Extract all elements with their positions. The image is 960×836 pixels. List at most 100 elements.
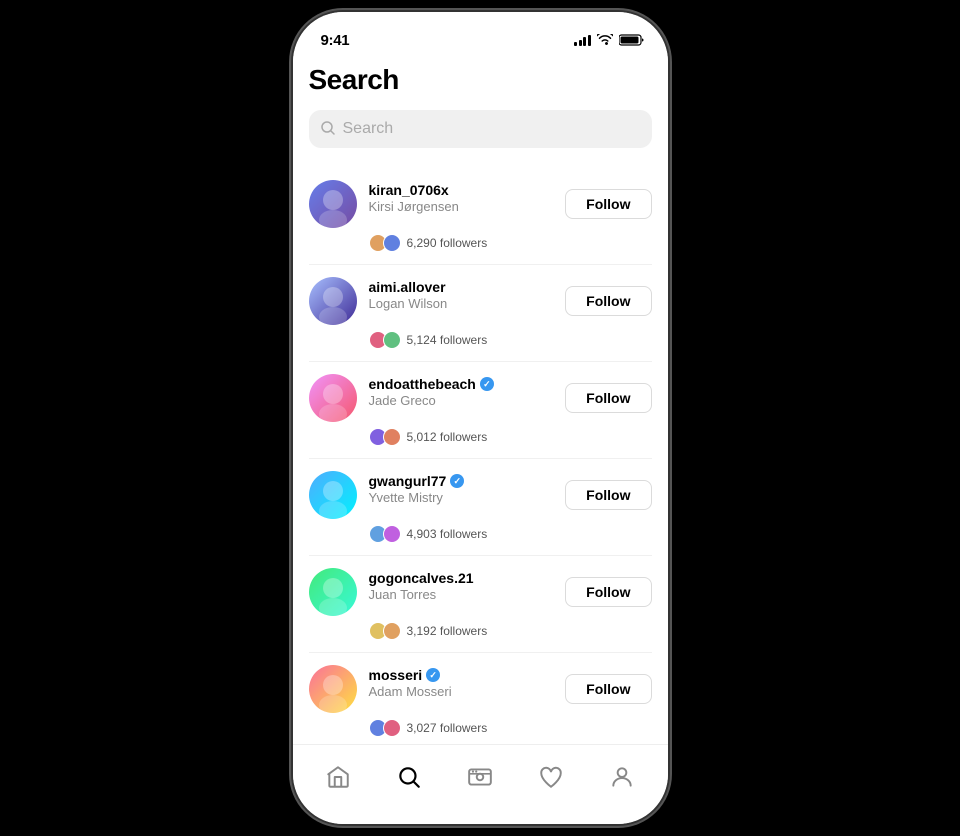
username: kiran_0706x (369, 182, 449, 198)
heart-icon (538, 764, 564, 790)
avatar (309, 374, 357, 422)
username-row: mosseri ✓ (369, 667, 452, 683)
username: aimi.allover (369, 279, 446, 295)
status-icons (574, 34, 644, 46)
username: mosseri (369, 667, 423, 683)
user-info: mosseri ✓ Adam Mosseri (369, 665, 452, 699)
search-bar[interactable]: Search (309, 110, 652, 148)
user-info: aimi.allover Logan Wilson (369, 277, 448, 311)
battery-icon (619, 34, 644, 46)
follower-avatars (369, 428, 401, 446)
user-main-row: kiran_0706x Kirsi Jørgensen Follow (309, 180, 652, 228)
avatar-image (309, 665, 357, 713)
user-item: gwangurl77 ✓ Yvette Mistry Follow 4,903 … (309, 459, 652, 556)
verified-badge: ✓ (450, 474, 464, 488)
real-name: Logan Wilson (369, 296, 448, 311)
username-row: endoatthebeach ✓ (369, 376, 494, 392)
reels-icon (467, 764, 493, 790)
avatar-image (309, 374, 357, 422)
user-main-row: mosseri ✓ Adam Mosseri Follow (309, 665, 652, 713)
follow-button[interactable]: Follow (565, 189, 651, 219)
follower-avatars (369, 234, 401, 252)
status-time: 9:41 (321, 32, 350, 49)
user-item: mosseri ✓ Adam Mosseri Follow 3,027 foll… (309, 653, 652, 744)
follower-avatars (369, 719, 401, 737)
user-left: mosseri ✓ Adam Mosseri (309, 665, 566, 713)
user-main-row: endoatthebeach ✓ Jade Greco Follow (309, 374, 652, 422)
follower-mini-avatar (383, 331, 401, 349)
avatar (309, 471, 357, 519)
verified-badge: ✓ (480, 377, 494, 391)
username: gwangurl77 (369, 473, 447, 489)
follow-button[interactable]: Follow (565, 577, 651, 607)
user-main-row: aimi.allover Logan Wilson Follow (309, 277, 652, 325)
profile-icon (609, 764, 635, 790)
real-name: Kirsi Jørgensen (369, 199, 459, 214)
verified-badge: ✓ (426, 668, 440, 682)
followers-count: 6,290 followers (407, 236, 488, 250)
main-content: Search Search (293, 56, 668, 744)
follower-mini-avatar (383, 719, 401, 737)
signal-icon (574, 35, 591, 46)
user-left: aimi.allover Logan Wilson (309, 277, 566, 325)
nav-home[interactable] (309, 756, 367, 798)
followers-row: 5,124 followers (369, 331, 652, 349)
follow-button[interactable]: Follow (565, 286, 651, 316)
follower-mini-avatar (383, 428, 401, 446)
real-name: Yvette Mistry (369, 490, 465, 505)
follower-mini-avatar (383, 525, 401, 543)
avatar-image (309, 568, 357, 616)
nav-likes[interactable] (522, 756, 580, 798)
user-info: gogoncalves.21 Juan Torres (369, 568, 474, 602)
followers-row: 6,290 followers (369, 234, 652, 252)
real-name: Juan Torres (369, 587, 474, 602)
followers-row: 5,012 followers (369, 428, 652, 446)
user-item: kiran_0706x Kirsi Jørgensen Follow 6,290… (309, 168, 652, 265)
user-list: kiran_0706x Kirsi Jørgensen Follow 6,290… (309, 168, 652, 744)
followers-count: 4,903 followers (407, 527, 488, 541)
page-title: Search (309, 64, 652, 96)
follow-button[interactable]: Follow (565, 383, 651, 413)
follower-mini-avatar (383, 622, 401, 640)
user-item: aimi.allover Logan Wilson Follow 5,124 f… (309, 265, 652, 362)
search-bar-icon (321, 121, 335, 138)
nav-profile[interactable] (593, 756, 651, 798)
nav-reels[interactable] (451, 756, 509, 798)
username: endoatthebeach (369, 376, 476, 392)
followers-count: 3,027 followers (407, 721, 488, 735)
user-main-row: gogoncalves.21 Juan Torres Follow (309, 568, 652, 616)
username-row: kiran_0706x (369, 182, 459, 198)
avatar (309, 568, 357, 616)
search-input-placeholder: Search (343, 120, 394, 138)
avatar-image (309, 277, 357, 325)
follower-avatars (369, 622, 401, 640)
user-info: endoatthebeach ✓ Jade Greco (369, 374, 494, 408)
followers-count: 3,192 followers (407, 624, 488, 638)
username-row: aimi.allover (369, 279, 448, 295)
followers-row: 4,903 followers (369, 525, 652, 543)
user-left: gogoncalves.21 Juan Torres (309, 568, 566, 616)
follow-button[interactable]: Follow (565, 674, 651, 704)
real-name: Jade Greco (369, 393, 494, 408)
user-left: endoatthebeach ✓ Jade Greco (309, 374, 566, 422)
avatar (309, 180, 357, 228)
home-icon (325, 764, 351, 790)
follower-mini-avatar (383, 234, 401, 252)
follow-button[interactable]: Follow (565, 480, 651, 510)
follower-avatars (369, 331, 401, 349)
wifi-icon (597, 34, 613, 46)
user-info: gwangurl77 ✓ Yvette Mistry (369, 471, 465, 505)
followers-count: 5,124 followers (407, 333, 488, 347)
nav-search[interactable] (380, 756, 438, 798)
username: gogoncalves.21 (369, 570, 474, 586)
user-item: endoatthebeach ✓ Jade Greco Follow 5,012… (309, 362, 652, 459)
followers-row: 3,192 followers (369, 622, 652, 640)
user-item: gogoncalves.21 Juan Torres Follow 3,192 … (309, 556, 652, 653)
phone-frame: 9:41 Search (293, 12, 668, 824)
user-left: gwangurl77 ✓ Yvette Mistry (309, 471, 566, 519)
real-name: Adam Mosseri (369, 684, 452, 699)
followers-row: 3,027 followers (369, 719, 652, 737)
avatar-image (309, 471, 357, 519)
user-main-row: gwangurl77 ✓ Yvette Mistry Follow (309, 471, 652, 519)
search-nav-icon (396, 764, 422, 790)
